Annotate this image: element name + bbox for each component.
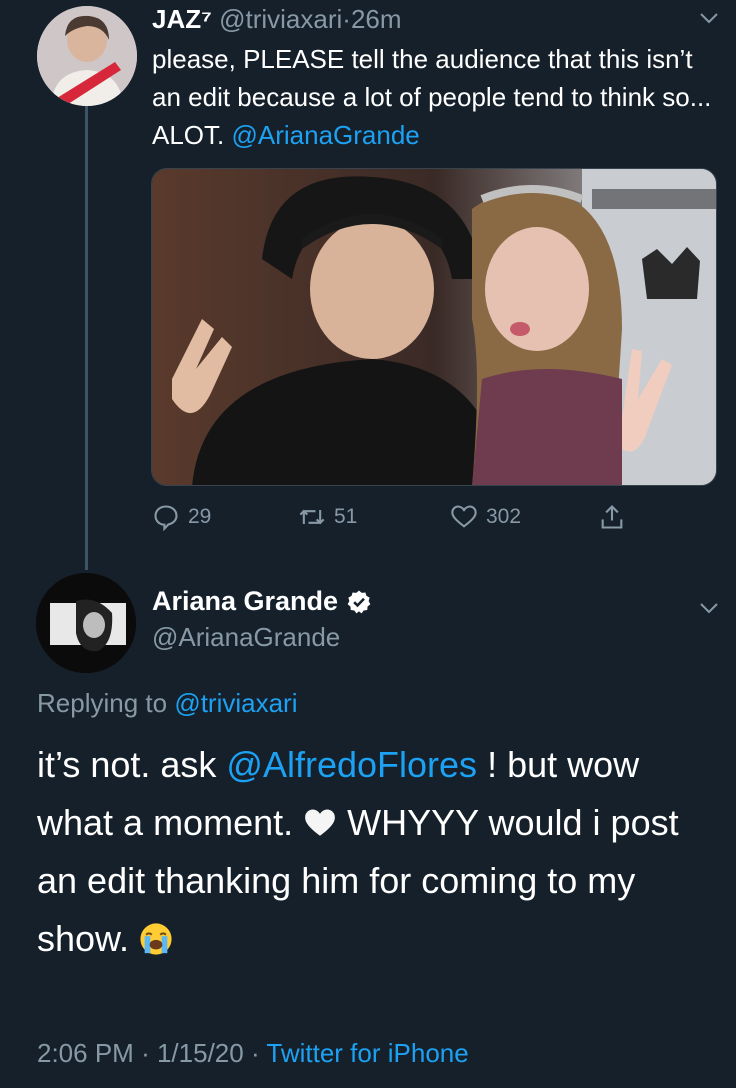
like-button[interactable]: 302 [450,503,521,531]
author-name[interactable]: JAZ⁷ [152,4,212,34]
retweet-count: 51 [334,505,358,528]
replying-handle-link[interactable]: @triviaxari [174,688,297,718]
avatar-photo [36,573,136,673]
tweet-text: please, PLEASE tell the audience that th… [152,40,722,154]
meta-separator: · [141,1038,150,1068]
author-name-row: Ariana Grande [152,586,372,617]
tweet-time[interactable]: 2:06 PM [37,1038,134,1068]
retweet-button[interactable]: 51 [298,503,357,531]
tweet-actions: 29 51 302 [152,503,642,537]
chevron-down-icon[interactable] [697,6,721,30]
reply-count: 29 [188,505,212,528]
tweet-timestamp: 2:06 PM · 1/15/20 · Twitter for iPhone [37,1038,469,1069]
white-heart-emoji [305,809,335,836]
mention-link[interactable]: @AlfredoFlores [226,744,477,785]
tweet-source-link[interactable]: Twitter for iPhone [266,1038,468,1068]
loudly-crying-face-emoji [140,923,172,955]
share-icon [601,505,623,529]
thread-connector-line [85,104,88,570]
retweet-icon [299,509,325,525]
author-name[interactable]: Ariana Grande [152,586,338,617]
photo-content [152,169,716,485]
tweet-date[interactable]: 1/15/20 [157,1038,244,1068]
heart-icon [451,505,477,528]
tweet-time[interactable]: 26m [351,4,402,34]
share-button[interactable] [598,503,626,531]
chevron-down-icon[interactable] [697,596,721,620]
tweet-photo[interactable] [151,168,717,486]
replying-to: Replying to @triviaxari [37,688,298,719]
tweet-header: JAZ⁷ @triviaxari·26m [152,2,402,36]
tweet-thread: JAZ⁷ @triviaxari·26m please, PLEASE tell… [0,0,736,1088]
replying-label: Replying to [37,688,175,718]
avatar[interactable] [37,6,137,106]
tweet-body-part: it’s not. ask [37,744,227,785]
meta-separator: · [342,4,351,34]
tweet-text: it’s not. ask @AlfredoFlores ! but wow w… [37,736,717,968]
reply-icon [154,505,178,531]
avatar[interactable] [36,573,136,673]
avatar-photo [37,6,137,106]
author-handle[interactable]: @ArianaGrande [152,622,340,653]
reply-button[interactable]: 29 [152,503,211,531]
verified-badge-icon [347,590,371,613]
like-count: 302 [486,505,522,528]
mention-link[interactable]: @ArianaGrande [231,120,419,150]
meta-separator: · [250,1038,260,1068]
author-handle[interactable]: @triviaxari [219,4,342,34]
